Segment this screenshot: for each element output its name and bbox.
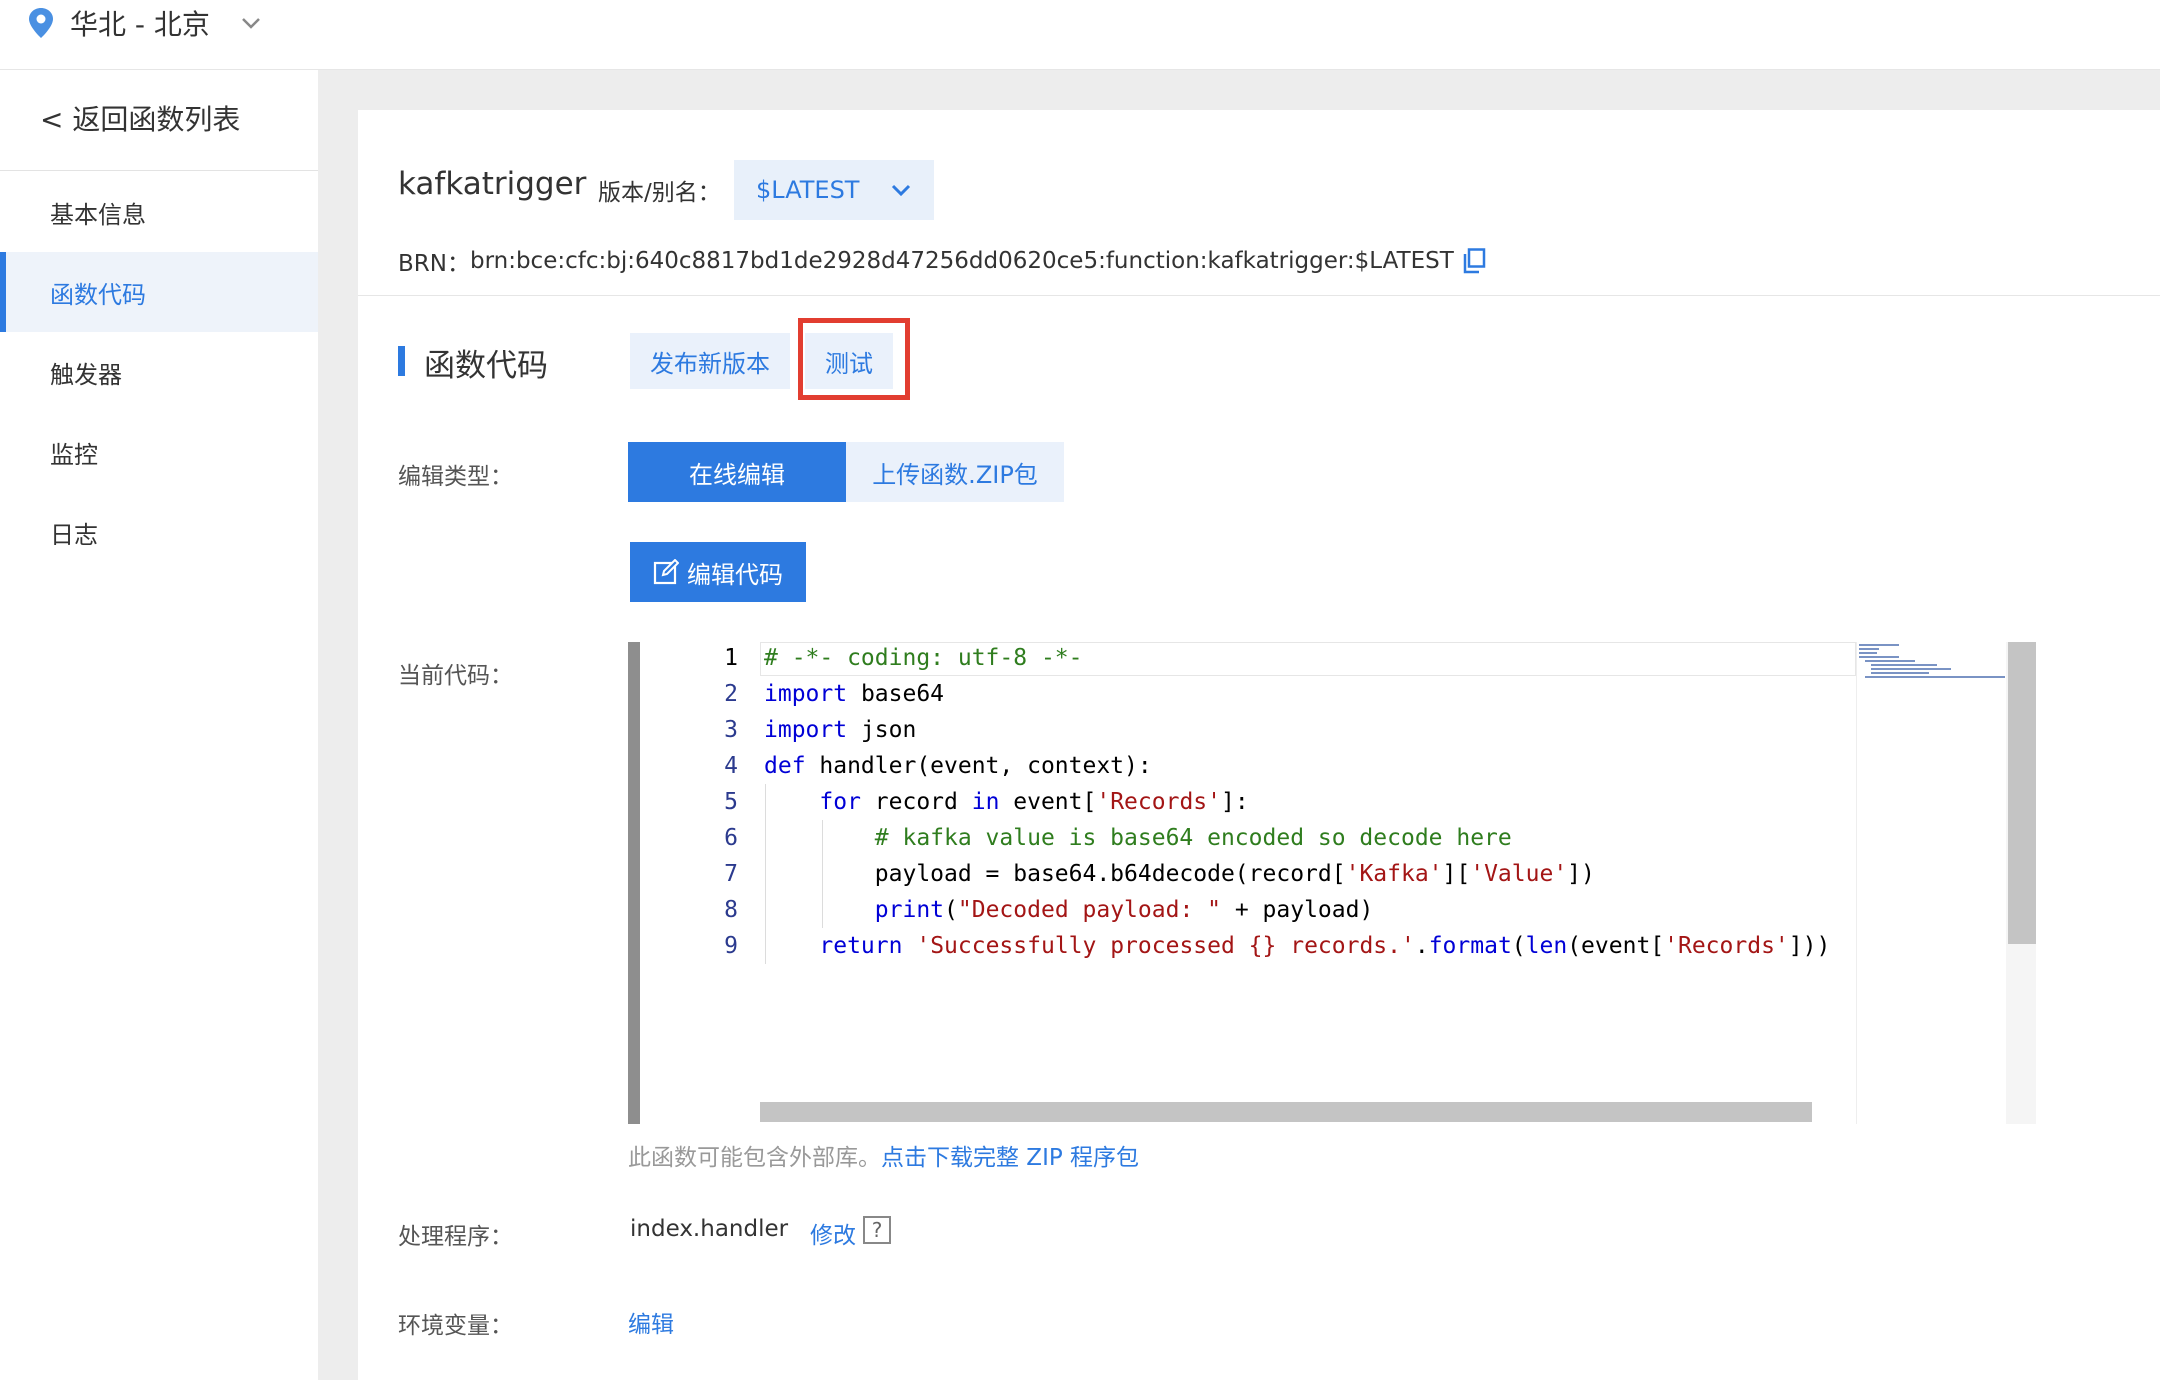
version-label: 版本/别名： <box>598 180 721 206</box>
code-line: print("Decoded payload: " + payload) <box>874 897 1374 923</box>
content-left-gutter <box>318 70 358 1380</box>
editor-left-bar <box>628 642 640 1124</box>
line-number: 4 <box>724 753 738 779</box>
test-button[interactable]: 测试 <box>805 333 893 389</box>
publish-new-version-button[interactable]: 发布新版本 <box>630 333 790 389</box>
version-value: $LATEST <box>756 176 860 204</box>
sidebar-item-label: 监控 <box>50 440 98 469</box>
sidebar-item-label: 触发器 <box>50 360 122 389</box>
brn-label: BRN： <box>398 251 470 277</box>
current-code-label: 当前代码： <box>398 663 513 689</box>
brn-value: brn:bce:cfc:bj:640c8817bd1de2928d47256dd… <box>469 248 1454 274</box>
sidebar-item-triggers[interactable]: 触发器 <box>0 332 318 412</box>
edit-type-label: 编辑类型： <box>398 464 513 490</box>
header-divider <box>358 295 2160 296</box>
download-zip-link[interactable]: 点击下载完整 ZIP 程序包 <box>881 1145 1139 1171</box>
code-area[interactable]: # -*- coding: utf-8 -*- import base64 im… <box>760 642 1856 1124</box>
edit-env-vars-link[interactable]: 编辑 <box>628 1305 674 1339</box>
zip-download-hint: 此函数可能包含外部库。点击下载完整 ZIP 程序包 <box>628 1138 1139 1172</box>
line-number: 9 <box>724 933 738 959</box>
sidebar-divider <box>0 170 318 171</box>
code-line: for record in event['Records']: <box>819 789 1249 815</box>
code-line: import json <box>764 717 917 743</box>
line-number: 3 <box>724 717 738 743</box>
edit-code-label: 编辑代码 <box>687 560 783 589</box>
edit-icon <box>653 559 679 585</box>
code-line: def handler(event, context): <box>764 753 1152 779</box>
help-icon[interactable]: ? <box>863 1216 891 1244</box>
line-number: 5 <box>724 789 738 815</box>
line-number: 6 <box>724 825 738 851</box>
sidebar-item-monitoring[interactable]: 监控 <box>0 412 318 492</box>
env-vars-label: 环境变量： <box>398 1313 513 1339</box>
line-number: 8 <box>724 897 738 923</box>
upload-zip-tab[interactable]: 上传函数.ZIP包 <box>846 442 1064 502</box>
copy-icon[interactable] <box>1462 248 1486 274</box>
function-name: kafkatrigger <box>398 166 587 202</box>
sidebar-item-function-code[interactable]: 函数代码 <box>0 252 318 332</box>
code-line: import base64 <box>764 681 945 707</box>
region-label: 华北 - 北京 <box>70 8 210 41</box>
handler-value: index.handler <box>630 1216 789 1242</box>
code-editor[interactable]: 1 2 3 4 5 6 7 8 9 # -*- coding: utf-8 -*… <box>628 642 2036 1124</box>
main-panel: kafkatrigger 版本/别名： $LATEST BRN： brn:bce… <box>358 110 2160 1380</box>
section-title: 函数代码 <box>424 348 548 384</box>
sidebar-item-label: 基本信息 <box>50 200 146 229</box>
code-line: # kafka value is base64 encoded so decod… <box>874 825 1512 851</box>
sidebar-item-label: 函数代码 <box>50 280 146 309</box>
sidebar-item-label: 日志 <box>50 520 98 549</box>
vertical-scrollbar[interactable] <box>2008 642 2036 944</box>
content-top-padding <box>318 70 2160 110</box>
sidebar-item-logs[interactable]: 日志 <box>0 492 318 572</box>
section-accent-bar <box>398 346 405 376</box>
line-number: 7 <box>724 861 738 887</box>
edit-code-button[interactable]: 编辑代码 <box>630 542 806 602</box>
hint-text: 此函数可能包含外部库。 <box>628 1145 881 1171</box>
code-line: payload = base64.b64decode(record['Kafka… <box>764 861 1595 887</box>
code-line: # -*- coding: utf-8 -*- <box>764 645 1083 671</box>
sidebar: < 返回函数列表 基本信息 函数代码 触发器 监控 日志 <box>0 70 318 1380</box>
line-number: 2 <box>724 681 738 707</box>
back-to-function-list-link[interactable]: < 返回函数列表 <box>40 98 240 138</box>
chevron-down-icon <box>242 18 260 29</box>
horizontal-scrollbar[interactable] <box>760 1102 1812 1122</box>
chevron-down-icon <box>891 184 911 197</box>
brn-row: BRN： brn:bce:cfc:bj:640c8817bd1de2928d47… <box>398 244 1486 278</box>
version-select[interactable]: $LATEST <box>734 160 934 220</box>
sidebar-item-basic-info[interactable]: 基本信息 <box>0 172 318 252</box>
line-number: 1 <box>724 645 738 671</box>
handler-label: 处理程序： <box>398 1224 513 1250</box>
top-bar: 华北 - 北京 <box>0 0 2160 70</box>
region-selector[interactable]: 华北 - 北京 <box>28 0 262 46</box>
code-minimap[interactable] <box>1856 642 2007 1124</box>
online-edit-tab[interactable]: 在线编辑 <box>628 442 846 502</box>
line-number-gutter: 1 2 3 4 5 6 7 8 9 <box>640 642 760 1124</box>
modify-handler-link[interactable]: 修改 <box>810 1216 856 1250</box>
location-pin-icon <box>29 8 53 38</box>
code-line: return 'Successfully processed {} record… <box>819 933 1831 959</box>
